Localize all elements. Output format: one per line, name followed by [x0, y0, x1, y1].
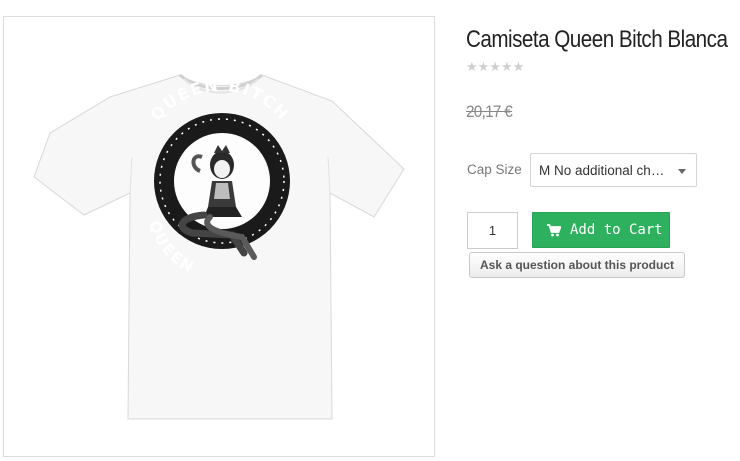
add-to-cart-button[interactable]: Add to Cart [532, 212, 670, 248]
cap-size-selected-value: M No additional charge [539, 163, 667, 178]
rating-stars: ★★★★★ [466, 59, 525, 74]
product-image-frame: QUEEN BITCH QUEEN [3, 16, 435, 457]
product-image-tshirt[interactable]: QUEEN BITCH QUEEN [32, 57, 410, 425]
quantity-input[interactable]: 1 [467, 212, 518, 249]
product-price: 20,17 € [466, 102, 513, 121]
ask-question-button[interactable]: Ask a question about this product [469, 252, 685, 278]
shopping-cart-icon [547, 224, 561, 237]
product-title: Camiseta Queen Bitch Blanca [466, 26, 728, 53]
cap-size-select[interactable]: M No additional charge [530, 153, 697, 187]
add-to-cart-label: Add to Cart [570, 222, 663, 238]
cap-size-label: Cap Size [467, 162, 522, 177]
dropdown-caret-icon [678, 169, 686, 174]
